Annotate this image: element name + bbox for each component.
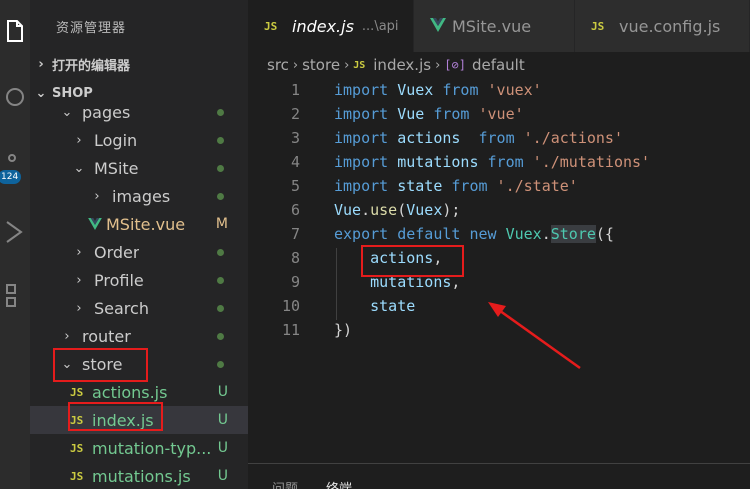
tab-terminal[interactable]: 终端 [326, 478, 352, 489]
annotation-arrow [488, 302, 581, 370]
bottom-panel: 问题 终端 [248, 463, 750, 489]
tab-problems[interactable]: 问题 [272, 478, 298, 489]
